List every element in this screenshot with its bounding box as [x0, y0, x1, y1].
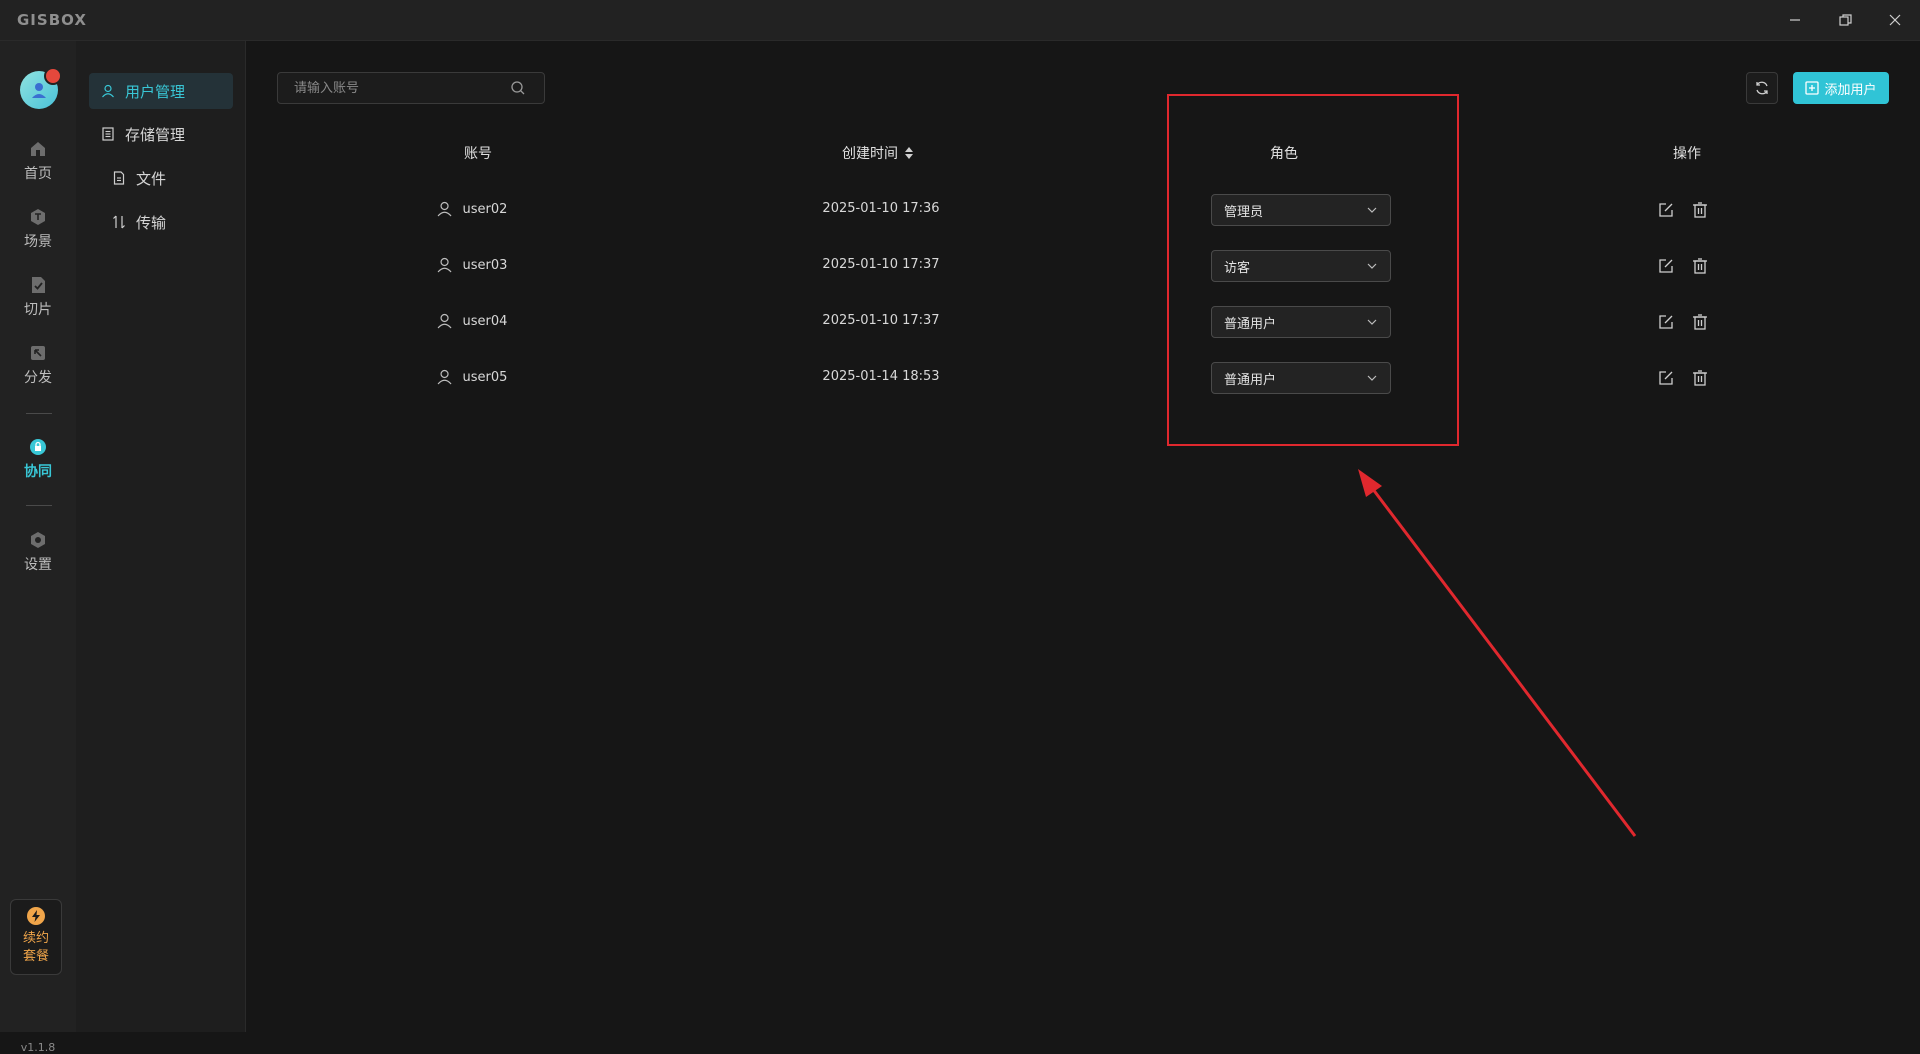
chevron-down-icon: [1367, 319, 1377, 325]
column-header-created[interactable]: 创建时间: [842, 143, 914, 163]
role-select[interactable]: 访客: [1211, 250, 1391, 282]
column-header-role: 角色: [1270, 146, 1298, 162]
account-cell: user03: [437, 257, 507, 273]
submenu-label: 存储管理: [125, 125, 186, 144]
renew-plan-button[interactable]: 续约套餐: [10, 899, 62, 975]
avatar[interactable]: [20, 67, 62, 109]
sub-menu: 用户管理 存储管理 文件 传输: [76, 41, 246, 1032]
created-time-cell: 2025-01-10 17:37: [822, 313, 940, 328]
rail-item-settings[interactable]: 设置: [0, 530, 76, 588]
user-icon: [437, 257, 452, 273]
column-header-actions: 操作: [1673, 146, 1701, 162]
storage-icon: [102, 127, 114, 141]
column-header-account: 账号: [464, 146, 492, 162]
submenu-label: 传输: [136, 213, 167, 232]
role-select[interactable]: 普通用户: [1211, 362, 1391, 394]
rail-item-tile[interactable]: 切片: [0, 275, 76, 333]
settings-icon: [31, 532, 45, 548]
minimize-button[interactable]: [1772, 0, 1818, 40]
search-box: [277, 72, 545, 104]
restore-button[interactable]: [1822, 0, 1868, 40]
submenu-item-storage-management[interactable]: 存储管理: [101, 116, 185, 152]
submenu-label: 文件: [136, 169, 167, 188]
transfer-icon: [113, 215, 125, 229]
submenu-item-transfer[interactable]: 传输: [112, 204, 166, 240]
delete-icon[interactable]: [1691, 369, 1709, 387]
add-user-label: 添加用户: [1824, 82, 1877, 98]
rail-label-collaborate: 协同: [24, 464, 52, 480]
home-icon: [31, 142, 45, 156]
rail-item-home[interactable]: 首页: [0, 139, 76, 197]
lightning-icon: [27, 907, 45, 925]
rail-item-distribute[interactable]: 分发: [0, 343, 76, 401]
submenu-item-file[interactable]: 文件: [112, 160, 166, 196]
chevron-down-icon: [1367, 263, 1377, 269]
version-label: v1.1.8: [20, 1041, 56, 1054]
chevron-down-icon: [1367, 375, 1377, 381]
user-icon: [102, 84, 114, 98]
user-icon: [437, 201, 452, 217]
close-button[interactable]: [1872, 0, 1918, 40]
rail-label-settings: 设置: [24, 557, 52, 573]
search-icon[interactable]: [510, 80, 526, 96]
restore-icon: [1838, 13, 1852, 26]
collaborate-icon: [30, 439, 46, 455]
search-input[interactable]: [292, 79, 506, 97]
sort-icon: [905, 147, 913, 159]
role-select[interactable]: 普通用户: [1211, 306, 1391, 338]
add-user-button[interactable]: 添加用户: [1793, 72, 1889, 104]
created-time-cell: 2025-01-10 17:37: [822, 257, 940, 272]
minimize-icon: [1790, 19, 1800, 21]
user-icon: [437, 313, 452, 329]
created-time-cell: 2025-01-10 17:36: [822, 201, 940, 216]
account-cell: user04: [437, 313, 507, 329]
user-icon: [437, 369, 452, 385]
app-logo: GISBOX: [17, 11, 87, 29]
refresh-button[interactable]: [1746, 72, 1778, 104]
avatar-face-icon: [32, 83, 46, 98]
delete-icon[interactable]: [1691, 313, 1709, 331]
title-bar: GISBOX: [0, 0, 1920, 41]
rail-label-tile: 切片: [24, 302, 52, 318]
rail-label-home: 首页: [24, 166, 52, 182]
close-icon: [1889, 14, 1901, 26]
rail-item-collaborate[interactable]: 协同: [0, 437, 76, 495]
edit-icon[interactable]: [1657, 257, 1675, 275]
account-cell: user05: [437, 369, 507, 385]
notification-badge: [44, 67, 62, 85]
tile-icon: [32, 277, 45, 293]
rail-item-scene[interactable]: 场景: [0, 207, 76, 265]
distribute-icon: [31, 346, 45, 360]
edit-icon[interactable]: [1657, 201, 1675, 219]
rail-label-scene: 场景: [24, 234, 52, 250]
left-rail: 首页 场景 切片 分发 协同 设置 续约套餐 v1.1.8: [0, 41, 76, 1054]
edit-icon[interactable]: [1657, 313, 1675, 331]
renew-plan-label: 续约套餐: [22, 931, 49, 964]
rail-label-distribute: 分发: [24, 370, 52, 386]
annotation-arrow: [1358, 469, 1637, 837]
add-icon: [1805, 81, 1820, 95]
role-select[interactable]: 管理员: [1211, 194, 1391, 226]
delete-icon[interactable]: [1691, 257, 1709, 275]
refresh-icon: [1756, 81, 1768, 95]
created-time-cell: 2025-01-14 18:53: [822, 369, 940, 384]
submenu-item-user-management[interactable]: 用户管理: [89, 73, 233, 109]
edit-icon[interactable]: [1657, 369, 1675, 387]
submenu-label: 用户管理: [125, 82, 186, 101]
chevron-down-icon: [1367, 207, 1377, 213]
rail-divider: [26, 505, 52, 506]
delete-icon[interactable]: [1691, 201, 1709, 219]
rail-divider: [26, 413, 52, 414]
file-icon: [113, 171, 125, 185]
account-cell: user02: [437, 201, 507, 217]
scene-icon: [31, 209, 45, 225]
